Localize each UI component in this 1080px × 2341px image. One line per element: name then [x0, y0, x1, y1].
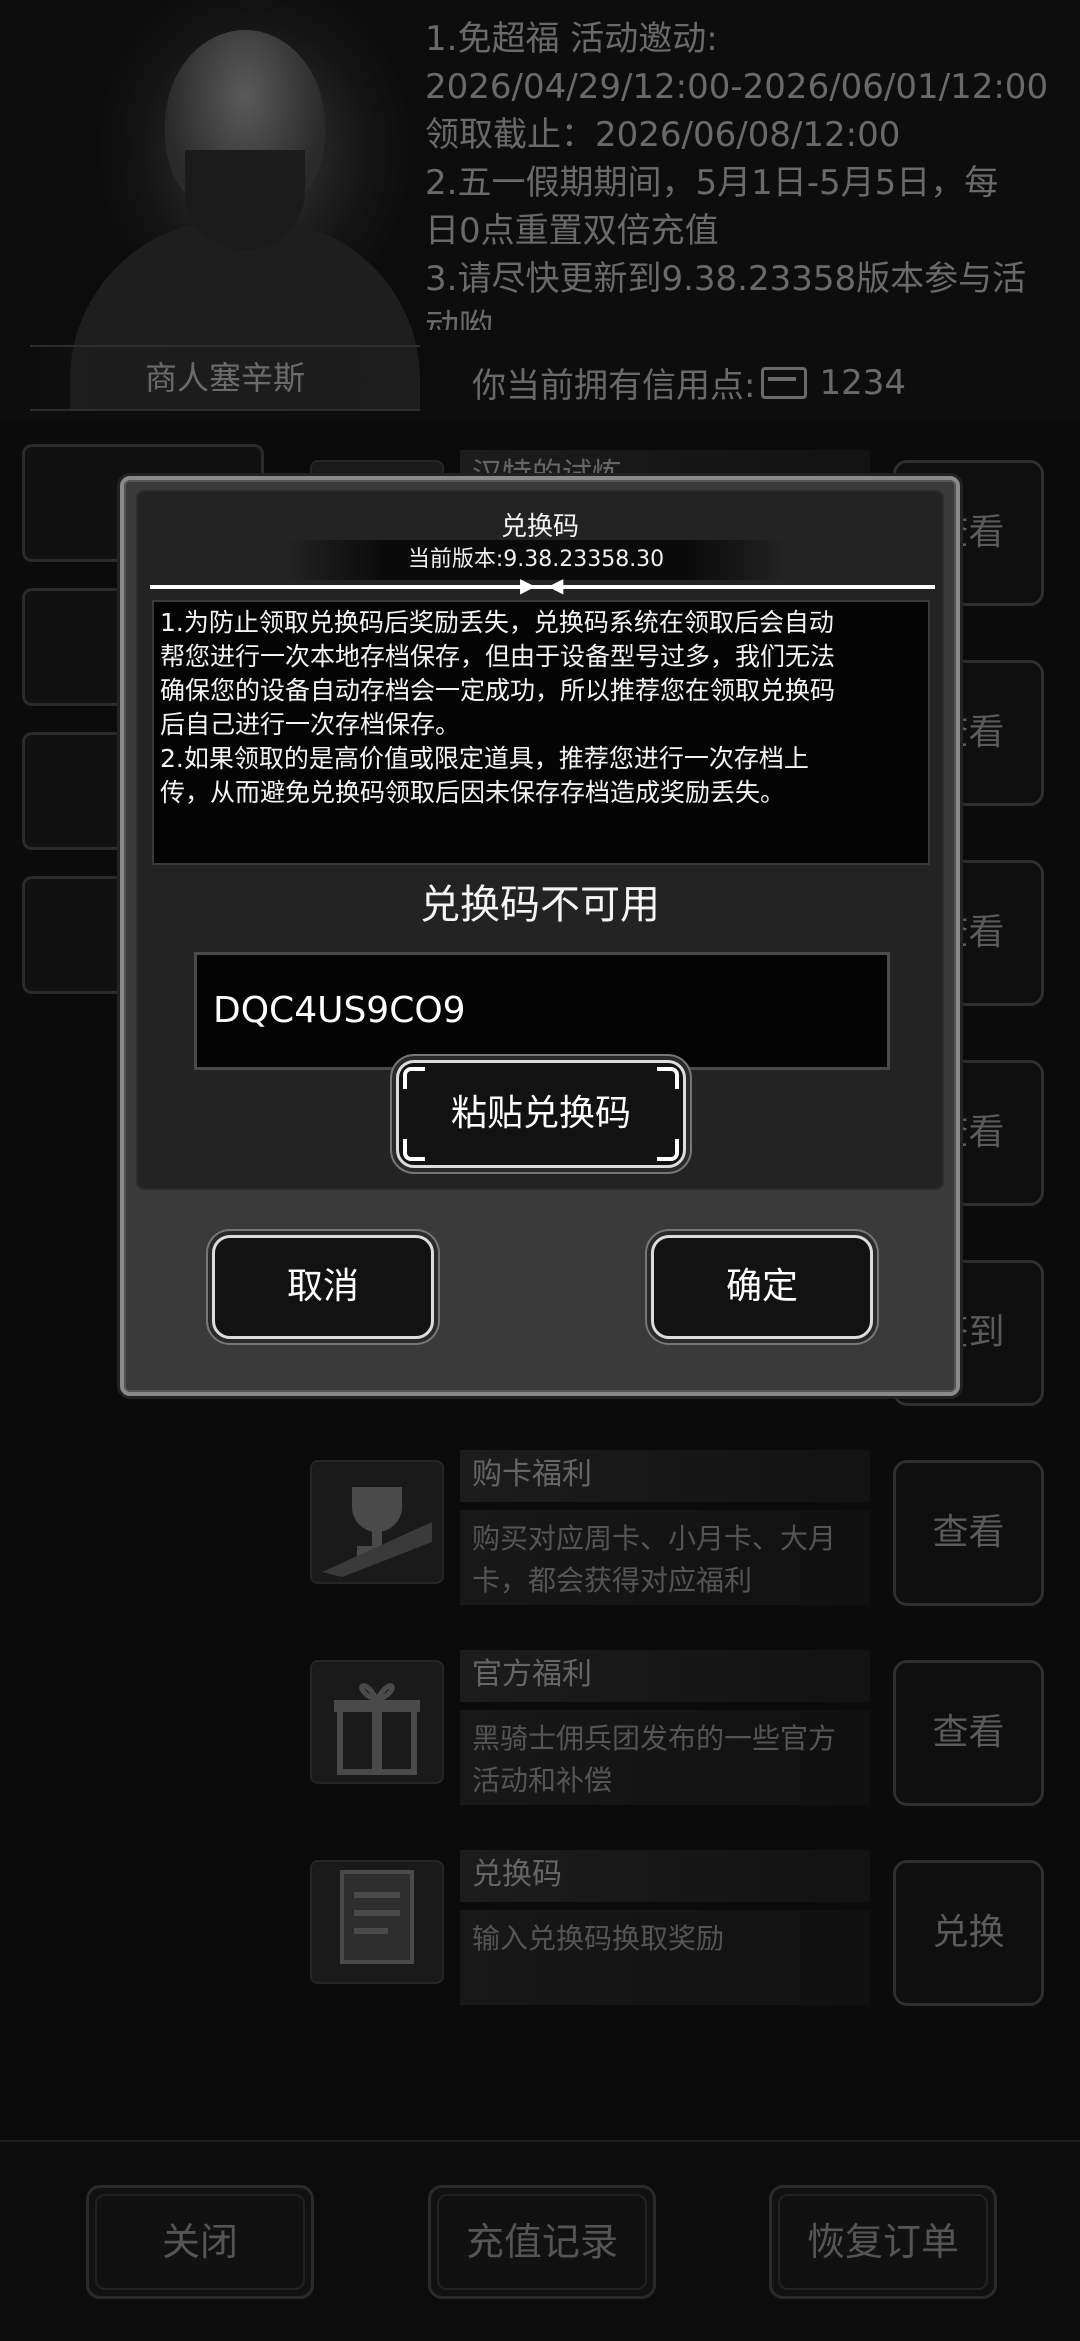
recharge-history-button[interactable]: 充值记录 [428, 2185, 656, 2299]
redeem-button[interactable]: 兑换 [893, 1860, 1044, 2006]
info-text-box: 1.为防止领取兑换码后奖励丢失，兑换码系统在领取后会自动 帮您进行一次本地存档保… [152, 600, 930, 865]
merchant-name: 商人塞辛斯 [30, 345, 420, 411]
notice-line: 动哟 [425, 307, 493, 330]
arrow-left-icon: ◀ [548, 573, 564, 597]
notice-line: 领取截止：2026/06/08/12:00 [425, 115, 901, 155]
event-notice: 1.免超福 活动邀动: 2026/04/29/12:00-2026/06/01/… [425, 15, 1065, 330]
info-line: 帮您进行一次本地存档保存，但由于设备型号过多，我们无法 [160, 642, 836, 671]
info-line: 1.为防止领取兑换码后奖励丢失，兑换码系统在领取后会自动 [160, 608, 834, 637]
list-item-title: 官方福利 [460, 1650, 870, 1702]
info-line: 传，从而避免兑换码领取后因未保存存档造成奖励丢失。 [160, 778, 786, 807]
notice-line: 2.五一假期期间，5月1日-5月5日，每 [425, 163, 999, 203]
confirm-button[interactable]: 确定 [651, 1235, 873, 1339]
paste-code-label: 粘贴兑换码 [450, 1093, 631, 1134]
redeem-code-input[interactable]: DQC4US9CO9 [194, 952, 890, 1070]
view-button[interactable]: 查看 [893, 1460, 1044, 1606]
credit-label: 你当前拥有信用点: [472, 366, 756, 406]
list-item-redeem-code: 兑换码 输入兑换码换取奖励 [300, 1850, 880, 2010]
scroll-icon [310, 1860, 444, 1984]
dialog-title: 兑换码 [500, 512, 579, 542]
list-item-official-welfare: 官方福利 黑骑士佣兵团发布的一些官方活动和补偿 [300, 1650, 880, 1810]
info-line: 确保您的设备自动存档会一定成功，所以推荐您在领取兑换码 [160, 676, 836, 705]
credit-value: 1234 [819, 362, 906, 403]
notice-line: 2026/04/29/12:00-2026/06/01/12:00 [425, 67, 1049, 107]
list-item-card-welfare: 购卡福利 购买对应周卡、小月卡、大月卡，都会获得对应福利 [300, 1450, 880, 1610]
info-line: 后自己进行一次存档保存。 [160, 710, 461, 739]
list-item-desc: 输入兑换码换取奖励 [460, 1910, 870, 2005]
gift-box-icon [310, 1660, 444, 1784]
bottom-bar: 关闭 充值记录 恢复订单 [0, 2140, 1080, 2341]
trophy-icon [310, 1460, 444, 1584]
notice-line: 3.请尽快更新到9.38.23358版本参与活 [425, 259, 1027, 299]
code-status-message: 兑换码不可用 [420, 882, 660, 928]
info-line: 2.如果领取的是高价值或限定道具，推荐您进行一次存档上 [160, 744, 809, 773]
credit-card-icon [761, 366, 808, 399]
close-button[interactable]: 关闭 [86, 2185, 314, 2299]
list-item-desc: 黑骑士佣兵团发布的一些官方活动和补偿 [460, 1710, 870, 1805]
list-item-title: 兑换码 [460, 1850, 870, 1902]
cancel-button[interactable]: 取消 [212, 1235, 434, 1339]
redeem-code-dialog: 兑换码 当前版本:9.38.23358.30 ▶ ◀ 1.为防止领取兑换码后奖励… [120, 476, 960, 1396]
paste-code-button[interactable]: 粘贴兑换码 [396, 1060, 686, 1168]
restore-order-button[interactable]: 恢复订单 [769, 2185, 997, 2299]
view-button[interactable]: 查看 [893, 1660, 1044, 1806]
header: 商人塞辛斯 1.免超福 活动邀动: 2026/04/29/12:00-2026/… [0, 0, 1080, 420]
dialog-content-panel: 兑换码 当前版本:9.38.23358.30 ▶ ◀ 1.为防止领取兑换码后奖励… [136, 490, 944, 1190]
divider: ▶ ◀ [150, 575, 935, 595]
notice-line: 1.免超福 活动邀动: [425, 19, 718, 59]
list-item-title: 购卡福利 [460, 1450, 870, 1502]
notice-line: 日0点重置双倍充值 [425, 211, 719, 251]
list-item-desc: 购买对应周卡、小月卡、大月卡，都会获得对应福利 [460, 1510, 870, 1605]
arrow-right-icon: ▶ [520, 573, 536, 597]
credit-display: 你当前拥有信用点: 1234 [472, 358, 906, 407]
version-label: 当前版本:9.38.23358.30 [286, 540, 786, 580]
